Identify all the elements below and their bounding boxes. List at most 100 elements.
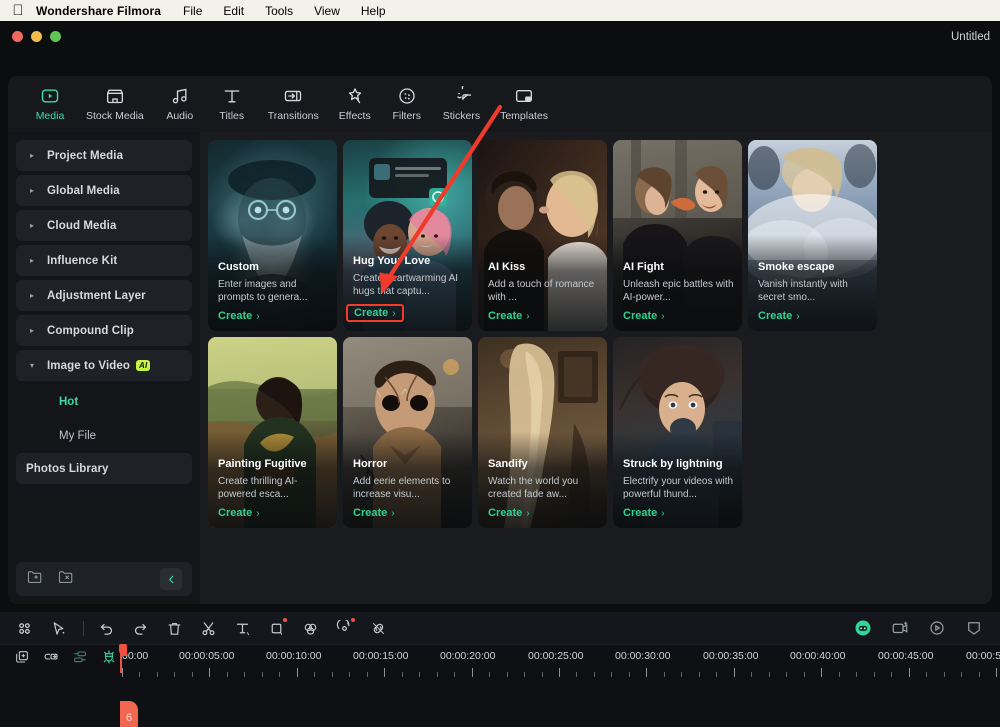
sidebar-item-influence-kit[interactable]: ▸ Influence Kit — [16, 245, 192, 276]
split-scissors-icon[interactable] — [196, 616, 221, 641]
ruler-tick-label: 00:00:20:00 — [440, 650, 496, 662]
sidebar-item-project-media[interactable]: ▸ Project Media — [16, 140, 192, 171]
create-label: Create — [758, 310, 793, 322]
ruler-tick-label: 00:00:35:00 — [703, 650, 759, 662]
card-title: Horror — [353, 458, 388, 470]
crop-icon[interactable] — [264, 616, 289, 641]
delete-icon[interactable] — [162, 616, 187, 641]
sidebar-item-adjustment-layer[interactable]: ▸ Adjustment Layer — [16, 280, 192, 311]
tab-audio-label: Audio — [166, 110, 194, 122]
card-painting-fugitive[interactable]: Painting Fugitive Create thrilling AI-po… — [208, 337, 337, 528]
playhead-handle[interactable] — [119, 644, 127, 656]
tab-stock-media[interactable]: Stock Media — [76, 80, 154, 128]
menu-edit[interactable]: Edit — [223, 4, 244, 18]
create-button[interactable]: Create › — [218, 507, 329, 519]
tab-media-label: Media — [35, 110, 65, 122]
card-title: Painting Fugitive — [218, 458, 307, 470]
document-title: Untitled — [951, 30, 990, 43]
select-tool-icon[interactable] — [46, 616, 71, 641]
sidebar-label: Influence Kit — [47, 254, 118, 267]
card-description: Vanish instantly with secret smo... — [758, 279, 848, 303]
ai-audio-icon[interactable] — [332, 616, 357, 641]
redo-icon[interactable] — [128, 616, 153, 641]
card-ai-kiss[interactable]: AI Kiss Add a touch of romance with ... … — [478, 140, 607, 331]
ruler-tick-label: 00:00:25:00 — [528, 650, 584, 662]
tab-filters[interactable]: Filters — [381, 80, 433, 128]
duplicate-icon[interactable] — [14, 649, 30, 670]
text-tool-icon[interactable] — [230, 616, 255, 641]
delete-folder-icon[interactable] — [57, 568, 74, 590]
timeline-marker[interactable]: 6 — [120, 701, 138, 727]
tab-effects[interactable]: Effects — [329, 80, 381, 128]
minimize-button[interactable] — [31, 31, 42, 42]
tab-transitions[interactable]: Transitions — [258, 80, 329, 128]
ai-badge: AI — [135, 360, 151, 371]
grid-view-icon[interactable] — [12, 616, 37, 641]
card-ai-fight[interactable]: AI Fight Unleash epic battles with AI-po… — [613, 140, 742, 331]
timeline-ruler[interactable]: 00:00 00:00:05:00 00:00:10:00 00:00:15:0… — [120, 645, 1000, 701]
card-smoke-escape[interactable]: Smoke escape Vanish instantly with secre… — [748, 140, 877, 331]
sidebar-label: Compound Clip — [47, 324, 134, 337]
tab-stickers[interactable]: Stickers — [433, 80, 490, 128]
color-match-icon[interactable] — [298, 616, 323, 641]
macos-menubar:  Wondershare Filmora File Edit Tools Vi… — [0, 0, 1000, 21]
create-button[interactable]: Create › — [623, 507, 734, 519]
menu-file[interactable]: File — [183, 4, 202, 18]
card-meta: Struck by lightning Electrify your video… — [623, 458, 734, 519]
menu-tools[interactable]: Tools — [265, 4, 293, 18]
menu-help[interactable]: Help — [361, 4, 386, 18]
tab-media[interactable]: Media — [24, 80, 76, 128]
sidebar-item-photos-library[interactable]: Photos Library — [16, 453, 192, 484]
sidebar-label: Image to Video — [47, 359, 130, 372]
maximize-button[interactable] — [50, 31, 61, 42]
card-custom[interactable]: Custom Enter images and prompts to gener… — [208, 140, 337, 331]
chevron-right-icon: › — [526, 310, 530, 322]
card-description: Enter images and prompts to genera... — [218, 279, 308, 303]
card-horror[interactable]: Horror Add eerie elements to increase vi… — [343, 337, 472, 528]
ruler-tick-label: 00:00:10:00 — [266, 650, 322, 662]
tab-templates[interactable]: Templates — [490, 80, 558, 128]
sidebar-label: Project Media — [47, 149, 124, 162]
card-struck-by-lightning[interactable]: Struck by lightning Electrify your video… — [613, 337, 742, 528]
snapshot-icon[interactable] — [887, 616, 912, 641]
create-button-highlighted[interactable]: Create › — [346, 304, 404, 322]
card-description: Add eerie elements to increase visu... — [353, 476, 451, 500]
close-button[interactable] — [12, 31, 23, 42]
sidebar-label: Adjustment Layer — [47, 289, 146, 302]
sidebar-item-global-media[interactable]: ▸ Global Media — [16, 175, 192, 206]
create-button[interactable]: Create › — [488, 310, 599, 322]
timeline-playhead[interactable]: 6 — [119, 644, 138, 727]
auto-align-icon[interactable] — [72, 649, 88, 670]
tab-effects-label: Effects — [338, 110, 371, 122]
card-hug-your-love[interactable]: Hug Your Love Create heartwarming AI hug… — [343, 140, 472, 331]
tab-filters-label: Filters — [392, 110, 422, 122]
sidebar-subitem-my-file[interactable]: My File — [16, 419, 192, 453]
apple-logo-icon[interactable]:  — [10, 3, 26, 19]
sidebar-item-image-to-video[interactable]: ▾ Image to Video AI — [16, 350, 192, 381]
create-button[interactable]: Create › — [488, 507, 599, 519]
create-button[interactable]: Create › — [218, 310, 329, 322]
link-group-icon[interactable] — [43, 649, 59, 670]
create-button[interactable]: Create › — [758, 310, 869, 322]
timeline-track-tools — [0, 645, 120, 673]
tab-titles[interactable]: Titles — [206, 80, 258, 128]
render-preview-icon[interactable] — [924, 616, 949, 641]
new-folder-icon[interactable] — [26, 568, 43, 590]
menu-view[interactable]: View — [314, 4, 340, 18]
sidebar-collapse-button[interactable] — [160, 568, 182, 590]
unlink-icon[interactable] — [366, 616, 391, 641]
magnet-snap-icon[interactable] — [101, 649, 117, 670]
sidebar-item-compound-clip[interactable]: ▸ Compound Clip — [16, 315, 192, 346]
undo-icon[interactable] — [94, 616, 119, 641]
ai-avatar-icon[interactable] — [850, 616, 875, 641]
marker-icon[interactable] — [961, 616, 986, 641]
card-sandify[interactable]: Sandify Watch the world you created fade… — [478, 337, 607, 528]
create-button[interactable]: Create › — [353, 507, 464, 519]
card-meta: AI Kiss Add a touch of romance with ... … — [488, 261, 599, 322]
sidebar-item-cloud-media[interactable]: ▸ Cloud Media — [16, 210, 192, 241]
tab-audio[interactable]: Audio — [154, 80, 206, 128]
sidebar-subitem-hot[interactable]: Hot — [16, 385, 192, 419]
create-button[interactable]: Create › — [623, 310, 734, 322]
card-title: Hug Your Love — [353, 255, 431, 267]
chevron-right-icon: ▸ — [29, 326, 34, 335]
